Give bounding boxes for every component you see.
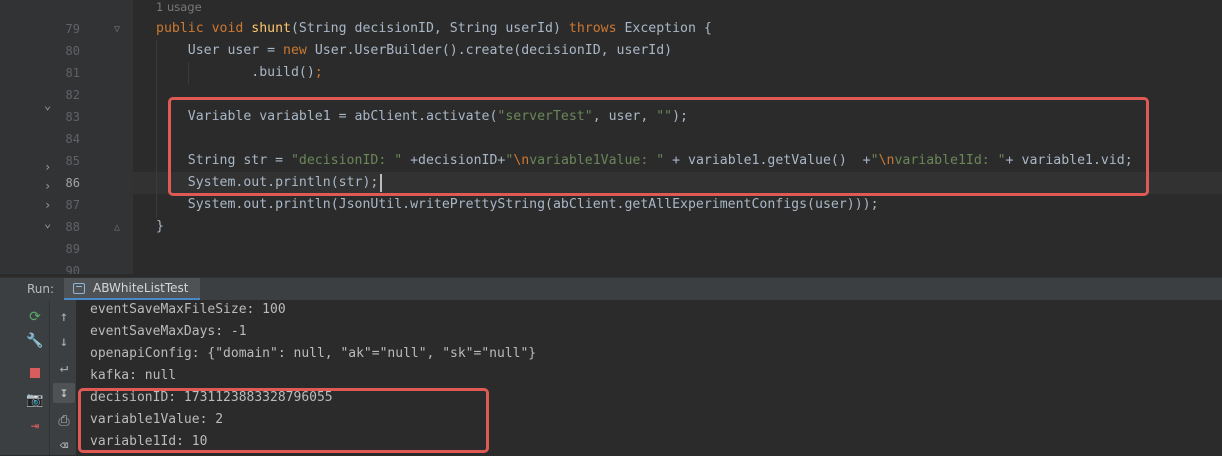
code-token: shunt	[251, 21, 291, 36]
code-text: System.out.println(JsonUtil.writePrettyS…	[156, 194, 879, 216]
console-output[interactable]: eventSaveMaxFileSize: 100 eventSaveMaxDay…	[77, 300, 1222, 455]
code-highlight-box	[168, 97, 1149, 196]
exit-icon[interactable]: ⇥	[25, 416, 45, 436]
line-number: 80	[65, 44, 80, 58]
code-text: }	[156, 216, 164, 238]
scroll-to-end-icon[interactable]: ↧	[53, 383, 75, 403]
code-text: .build();	[156, 62, 323, 84]
code-token: }	[156, 219, 164, 234]
code-token: User.UserBuilder().create(decisionID, us…	[314, 43, 673, 58]
code-token: out	[243, 197, 268, 212]
code-token: User user =	[156, 43, 284, 58]
toolbar-divider	[49, 300, 50, 455]
code-text: public void shunt(String decisionID, Str…	[156, 18, 712, 40]
chevron-right-icon[interactable]: ›	[44, 179, 51, 193]
line-number: 89	[65, 242, 80, 256]
code-token: .println(JsonUtil.writePrettyString(abCl…	[267, 197, 879, 212]
console-icon	[73, 283, 85, 294]
code-token: Exception {	[624, 21, 712, 36]
arrow-up-icon[interactable]: ↑	[54, 307, 74, 327]
fold-open-icon[interactable]: ▽	[114, 25, 124, 35]
console-line: openapiConfig: {"domain": null, "ak"="nu…	[90, 346, 537, 361]
run-tab-abwhitelisttest[interactable]: ABWhiteListTest	[64, 278, 200, 300]
chevron-down-icon[interactable]: ⌄	[44, 98, 51, 112]
run-toolbar: ⟳ 🔧 📷 ⇥ ↑ ↓ ↵ ↧ ⎙ ⌫	[0, 300, 76, 455]
line-number: 84	[65, 132, 80, 146]
wrench-icon[interactable]: 🔧	[25, 331, 45, 351]
console-line: eventSaveMaxFileSize: 100	[90, 302, 286, 317]
fold-close-icon[interactable]: △	[114, 223, 124, 233]
code-line[interactable]: 79 public void shunt(String decisionID, S…	[0, 18, 1222, 40]
print-icon[interactable]: ⎙	[54, 411, 74, 431]
code-token: new	[283, 43, 315, 58]
code-token: System.	[156, 197, 244, 212]
run-tool-window-header: Run: ABWhiteListTest	[0, 277, 1222, 301]
code-token: public	[156, 21, 212, 36]
soft-wrap-icon[interactable]: ↵	[54, 358, 74, 378]
code-token: ;	[314, 65, 323, 80]
line-number: 90	[65, 264, 80, 274]
code-editor[interactable]: 1 usage 79 public void shunt(String decis…	[0, 0, 1222, 274]
console-line: eventSaveMaxDays: -1	[90, 324, 247, 339]
run-tab-label: ABWhiteListTest	[93, 281, 189, 295]
trash-icon[interactable]: ⌫	[54, 436, 74, 456]
camera-icon[interactable]: 📷	[25, 390, 45, 410]
console-highlight-box	[78, 388, 489, 453]
line-number: 81	[65, 66, 80, 80]
code-line[interactable]: 88}	[0, 216, 1222, 238]
code-line[interactable]: 89	[0, 238, 1222, 260]
arrow-down-icon[interactable]: ↓	[54, 332, 74, 352]
console-line: kafka: null	[90, 368, 177, 383]
usage-hint[interactable]: 1 usage	[156, 0, 202, 16]
code-token: .build()	[156, 65, 315, 80]
code-line[interactable]: 81 .build();	[0, 62, 1222, 84]
chevron-right-icon[interactable]: ›	[44, 198, 51, 212]
code-token: throws	[568, 21, 625, 36]
chevron-right-icon[interactable]: ›	[44, 160, 51, 174]
run-label: Run:	[27, 282, 55, 296]
code-line[interactable]: 80 User user = new User.UserBuilder().cr…	[0, 40, 1222, 62]
stop-icon[interactable]	[25, 363, 45, 383]
rerun-icon[interactable]: ⟳	[25, 307, 45, 327]
code-text: User user = new User.UserBuilder().creat…	[156, 40, 672, 62]
code-line[interactable]: 90	[0, 260, 1222, 274]
code-token: (String decisionID, String userId)	[290, 21, 569, 36]
code-token: void	[211, 21, 252, 36]
line-number: 79	[65, 22, 80, 36]
code-line[interactable]: 87 System.out.println(JsonUtil.writePret…	[0, 194, 1222, 216]
chevron-down-icon[interactable]: ⌄	[44, 216, 51, 230]
